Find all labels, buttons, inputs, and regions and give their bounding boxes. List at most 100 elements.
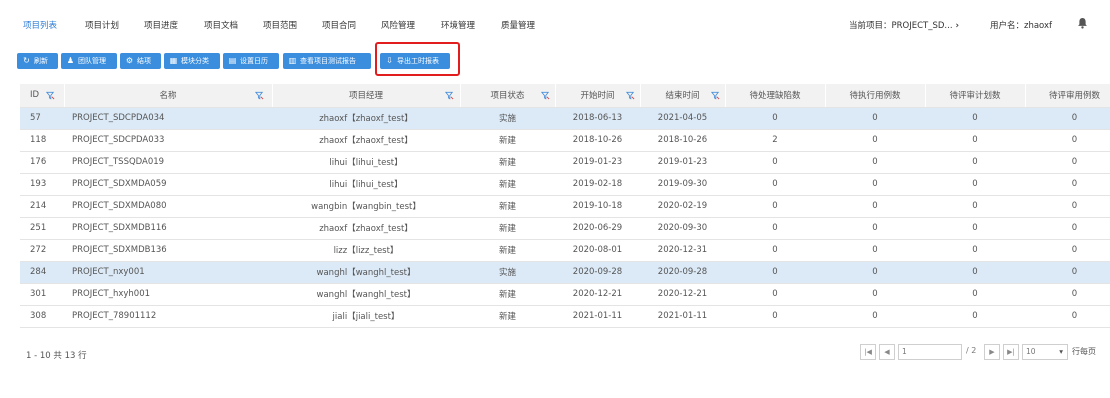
table-row[interactable]: 284 PROJECT_nxy001 wanghl【wanghl_test】 实… xyxy=(20,261,1110,284)
tab-project-docs[interactable]: 项目文档 xyxy=(204,19,238,31)
cell-status: 新建 xyxy=(460,151,555,174)
cell-end-time: 2019-01-23 xyxy=(640,151,725,174)
cell-end-time: 2020-02-19 xyxy=(640,195,725,218)
table-row[interactable]: 57 PROJECT_SDCPDA034 zhaoxf【zhaoxf_test】… xyxy=(20,107,1110,130)
cell-status: 新建 xyxy=(460,305,555,328)
cell-id: 118 xyxy=(20,129,64,152)
set-calendar-button[interactable]: ▤ 设置日历 xyxy=(223,53,279,69)
tab-quality-management[interactable]: 质量管理 xyxy=(501,19,535,31)
team-management-button[interactable]: ♟ 团队管理 xyxy=(61,53,117,69)
cell-end-time: 2020-12-31 xyxy=(640,239,725,262)
cell-pending-defects: 0 xyxy=(725,107,825,130)
chevron-down-icon: ▾ xyxy=(1059,347,1063,356)
cell-start-time: 2019-01-23 xyxy=(555,151,640,174)
tab-environment-management[interactable]: 环境管理 xyxy=(441,19,475,31)
grid-icon: ▦ xyxy=(169,56,178,65)
row-count-summary: 1 - 10 共 13 行 xyxy=(26,351,87,361)
tab-project-contract[interactable]: 项目合同 xyxy=(322,19,356,31)
cell-start-time: 2019-10-18 xyxy=(555,195,640,218)
cell-pending-cases: 0 xyxy=(825,173,925,196)
table-row[interactable]: 118 PROJECT_SDCPDA033 zhaoxf【zhaoxf_test… xyxy=(20,129,1110,152)
project-table: ID 名称 项目经理 项目状态 开始时间 结束时间 待处理缺陷数 待执行用例数 … xyxy=(0,84,1110,328)
refresh-button[interactable]: ↻ 刷新 xyxy=(17,53,58,69)
cell-review-plans: 0 xyxy=(925,305,1025,328)
cell-name: PROJECT_78901112 xyxy=(64,305,272,328)
cell-end-time: 2020-12-21 xyxy=(640,283,725,306)
column-header-id[interactable]: ID xyxy=(20,84,65,108)
filter-icon[interactable] xyxy=(46,91,55,100)
cell-name: PROJECT_SDCPDA033 xyxy=(64,129,272,152)
table-row[interactable]: 214 PROJECT_SDXMDA080 wangbin【wangbin_te… xyxy=(20,195,1110,218)
cell-pending-defects: 0 xyxy=(725,305,825,328)
tab-project-plan[interactable]: 项目计划 xyxy=(85,19,119,31)
filter-icon[interactable] xyxy=(540,91,550,100)
cell-name: PROJECT_hxyh001 xyxy=(64,283,272,306)
column-header-pending-cases[interactable]: 待执行用例数 xyxy=(825,84,926,108)
cell-pending-cases: 0 xyxy=(825,129,925,152)
tab-project-scope[interactable]: 项目范围 xyxy=(263,19,297,31)
column-header-start-time[interactable]: 开始时间 xyxy=(555,84,641,108)
toolbar: ↻ 刷新 ♟ 团队管理 ⚙ 结项 ▦ 模块分类 ▤ 设置日历 ▥ 查看项目测试报告 ⇩ 导出工… xyxy=(0,48,1110,76)
tab-project-progress[interactable]: 项目进度 xyxy=(144,19,178,31)
tab-project-list[interactable]: 项目列表 xyxy=(23,19,57,31)
cell-id: 284 xyxy=(20,261,64,284)
gear-icon: ⚙ xyxy=(125,56,134,65)
cell-pending-cases: 0 xyxy=(825,239,925,262)
cell-review-plans: 0 xyxy=(925,217,1025,240)
cell-start-time: 2019-02-18 xyxy=(555,173,640,196)
table-row[interactable]: 301 PROJECT_hxyh001 wanghl【wanghl_test】 … xyxy=(20,283,1110,306)
bell-icon[interactable] xyxy=(1077,17,1088,29)
cell-name: PROJECT_TSSQDA019 xyxy=(64,151,272,174)
cell-start-time: 2020-12-21 xyxy=(555,283,640,306)
module-category-button[interactable]: ▦ 模块分类 xyxy=(164,53,220,69)
cell-id: 272 xyxy=(20,239,64,262)
page-number-input[interactable]: 1 xyxy=(898,344,962,360)
cell-review-cases: 0 xyxy=(1025,239,1110,262)
cell-start-time: 2021-01-11 xyxy=(555,305,640,328)
last-page-button[interactable]: ▶| xyxy=(1003,344,1019,360)
cell-pending-defects: 2 xyxy=(725,129,825,152)
column-header-review-plans[interactable]: 待评审计划数 xyxy=(925,84,1026,108)
cell-start-time: 2018-10-26 xyxy=(555,129,640,152)
current-project-selector[interactable]: 当前项目：PROJECT_SD... › xyxy=(849,19,959,31)
cell-end-time: 2018-10-26 xyxy=(640,129,725,152)
column-header-pending-defects[interactable]: 待处理缺陷数 xyxy=(725,84,826,108)
cell-manager: lihui【lihui_test】 xyxy=(272,173,460,196)
cell-end-time: 2020-09-30 xyxy=(640,217,725,240)
cell-manager: lizz【lizz_test】 xyxy=(272,239,460,262)
cell-id: 301 xyxy=(20,283,64,306)
cell-review-plans: 0 xyxy=(925,173,1025,196)
column-header-name[interactable]: 名称 xyxy=(64,84,273,108)
table-row[interactable]: 193 PROJECT_SDXMDA059 lihui【lihui_test】 … xyxy=(20,173,1110,196)
prev-page-button[interactable]: ◀ xyxy=(879,344,895,360)
cell-manager: zhaoxf【zhaoxf_test】 xyxy=(272,107,460,130)
table-row[interactable]: 251 PROJECT_SDXMDB116 zhaoxf【zhaoxf_test… xyxy=(20,217,1110,240)
column-header-manager[interactable]: 项目经理 xyxy=(272,84,461,108)
top-nav: 项目列表 项目计划 项目进度 项目文档 项目范围 项目合同 风险管理 环境管理 … xyxy=(0,0,1110,42)
highlight-box xyxy=(375,42,460,76)
cell-name: PROJECT_SDCPDA034 xyxy=(64,107,272,130)
table-row[interactable]: 176 PROJECT_TSSQDA019 lihui【lihui_test】 … xyxy=(20,151,1110,174)
chevron-right-icon: › xyxy=(955,21,960,31)
cell-name: PROJECT_SDXMDB116 xyxy=(64,217,272,240)
cell-review-cases: 0 xyxy=(1025,261,1110,284)
filter-icon[interactable] xyxy=(710,91,720,100)
first-page-button[interactable]: |◀ xyxy=(860,344,876,360)
view-test-report-button[interactable]: ▥ 查看项目测试报告 xyxy=(283,53,371,69)
table-row[interactable]: 272 PROJECT_SDXMDB136 lizz【lizz_test】 新建… xyxy=(20,239,1110,262)
cell-manager: zhaoxf【zhaoxf_test】 xyxy=(272,217,460,240)
tab-risk-management[interactable]: 风险管理 xyxy=(381,19,415,31)
cell-review-plans: 0 xyxy=(925,129,1025,152)
column-header-end-time[interactable]: 结束时间 xyxy=(640,84,726,108)
filter-icon[interactable] xyxy=(254,91,264,100)
close-project-button[interactable]: ⚙ 结项 xyxy=(120,53,161,69)
filter-icon[interactable] xyxy=(444,91,454,100)
cell-review-cases: 0 xyxy=(1025,305,1110,328)
filter-icon[interactable] xyxy=(625,91,635,100)
column-header-review-cases[interactable]: 待评审用例数 xyxy=(1025,84,1110,108)
cell-review-cases: 0 xyxy=(1025,283,1110,306)
next-page-button[interactable]: ▶ xyxy=(984,344,1000,360)
table-row[interactable]: 308 PROJECT_78901112 jiali【jiali_test】 新… xyxy=(20,305,1110,328)
page-size-select[interactable]: 10 ▾ xyxy=(1022,344,1068,360)
column-header-status[interactable]: 项目状态 xyxy=(460,84,556,108)
